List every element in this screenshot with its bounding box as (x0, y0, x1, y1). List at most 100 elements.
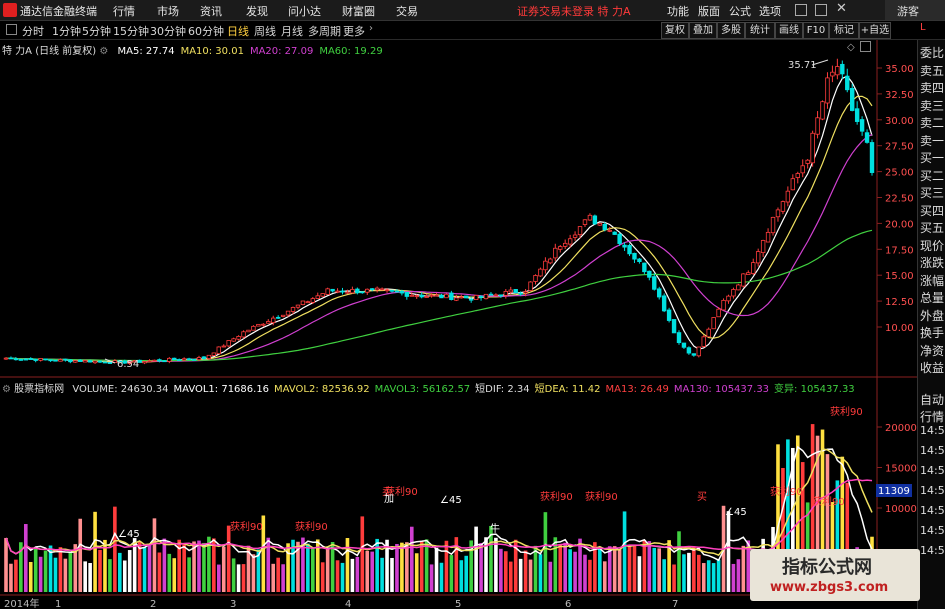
side-item[interactable]: 自动 (920, 391, 944, 408)
candle-body (275, 316, 281, 319)
volume-bar (167, 553, 172, 592)
volume-bar (622, 511, 627, 592)
settings-icon[interactable]: ⚙ (2, 384, 11, 395)
level-badge: L (920, 22, 926, 33)
volume-bar (459, 560, 464, 592)
side-item[interactable]: 买一 (920, 149, 944, 166)
tool-diejia[interactable]: 叠加 (689, 22, 717, 39)
side-item[interactable]: 卖五 (920, 62, 944, 79)
tool-tongji[interactable]: 统计 (745, 22, 775, 39)
candle-body (68, 359, 73, 363)
candle-body (553, 247, 558, 259)
side-item[interactable]: 收益 (920, 359, 944, 376)
side-item[interactable]: 买四 (920, 202, 944, 219)
period-1min[interactable]: 1分钟 (52, 23, 81, 39)
stock-name[interactable]: 特 力A (2, 46, 32, 57)
tool-huaxian[interactable]: 画线 (775, 22, 803, 39)
side-item[interactable]: 买五 (920, 219, 944, 236)
candle-body (325, 288, 330, 295)
period-5min[interactable]: 5分钟 (82, 23, 111, 39)
side-item[interactable]: 卖四 (920, 79, 944, 96)
side-item[interactable]: 净资 (920, 342, 944, 359)
watermark-title: 指标公式网 (782, 557, 872, 578)
side-item[interactable]: 委比 (920, 44, 944, 61)
menu-caifuquan[interactable]: 财富圈 (342, 3, 375, 19)
volume-bar (573, 551, 577, 592)
tool-fuquan[interactable]: 复权 (661, 22, 689, 39)
menu-wenxiaoda[interactable]: 问小达 (288, 3, 321, 19)
candle-body (152, 359, 157, 362)
side-item[interactable]: 涨跌 (920, 254, 944, 271)
volume-indicator-label: MA13: 26.49 (605, 384, 669, 395)
menu-hangqing[interactable]: 行情 (113, 3, 135, 19)
kline-chart[interactable]: 35.00 32.50 30.00 27.50 25.00 22.50 20.00 17.50… (0, 40, 917, 609)
side-item[interactable]: 买三 (920, 184, 944, 201)
candle-body (751, 262, 756, 274)
indicator-name[interactable]: 股票指标网 (14, 384, 64, 395)
candle-body (365, 288, 370, 293)
period-more[interactable]: 更多 (343, 23, 365, 39)
user-box[interactable]: 游客 (885, 0, 945, 20)
side-item[interactable]: 卖二 (920, 114, 944, 131)
volume-indicator-label: MAVOL3: 56162.57 (374, 384, 471, 395)
side-item[interactable]: 涨幅 (920, 272, 944, 289)
period-30min[interactable]: 30分钟 (150, 23, 186, 39)
volume-bar (122, 560, 127, 592)
trade-alert[interactable]: 证券交易未登录 特 力A (517, 3, 631, 19)
volume-bar (355, 556, 360, 592)
candle-body (617, 233, 622, 244)
side-item[interactable]: 行情 (920, 408, 944, 425)
side-item[interactable]: 换手 (920, 324, 944, 341)
panel-toggle-icon[interactable] (860, 41, 871, 52)
period-monthly[interactable]: 月线 (281, 23, 303, 39)
side-item[interactable]: 总量 (920, 289, 944, 306)
diamond-icon[interactable]: ◇ (847, 42, 855, 53)
volume-bar (221, 546, 226, 592)
menu-xuanxiang[interactable]: 选项 (759, 3, 781, 19)
candle-body (73, 360, 78, 363)
candle-body (869, 142, 875, 173)
side-item[interactable]: 买二 (920, 167, 944, 184)
menu-banmian[interactable]: 版面 (698, 3, 720, 19)
menu-gongshi[interactable]: 公式 (729, 3, 751, 19)
candle-body (196, 357, 202, 361)
maximize-icon[interactable] (815, 4, 827, 16)
volume-bar (726, 511, 731, 592)
volume-indicator-label: MAVOL2: 82536.92 (274, 384, 370, 395)
period-weekly[interactable]: 周线 (254, 23, 276, 39)
tool-biaoji[interactable]: 标记 (829, 22, 859, 39)
menu-faxian[interactable]: 发现 (246, 3, 268, 19)
candle-body (246, 329, 251, 333)
volume-bar (504, 551, 508, 592)
side-item[interactable]: 卖三 (920, 97, 944, 114)
candle-body (78, 359, 83, 362)
signal-label: 获利90 (230, 521, 263, 533)
minimize-icon[interactable] (795, 4, 807, 16)
tool-f10[interactable]: F10 (803, 22, 829, 39)
tool-duogu[interactable]: 多股 (717, 22, 745, 39)
period-fenshi[interactable]: 分时 (22, 23, 44, 39)
candle-body (414, 295, 419, 298)
menu-zixun[interactable]: 资讯 (200, 3, 222, 19)
tool-zixuan[interactable]: +自选 (859, 22, 891, 39)
menu-gongneng[interactable]: 功能 (667, 3, 689, 19)
candle-body (53, 359, 58, 362)
menu-jiaoyi[interactable]: 交易 (396, 3, 418, 19)
volume-bar (202, 542, 206, 592)
menu-shichang[interactable]: 市场 (157, 3, 179, 19)
close-icon[interactable]: ✕ (836, 1, 847, 16)
collapse-icon[interactable] (6, 24, 17, 35)
side-item[interactable]: 现价 (920, 237, 944, 254)
candle-body (711, 317, 716, 330)
chevron-right-icon[interactable]: › (369, 23, 373, 34)
candle-body (211, 352, 217, 356)
side-item[interactable]: 外盘 (920, 307, 944, 324)
period-multi[interactable]: 多周期 (308, 23, 341, 39)
settings-icon[interactable]: ⚙ (99, 46, 108, 57)
candle-body (820, 101, 825, 120)
volume-bar (53, 557, 58, 592)
period-daily[interactable]: 日线 (227, 23, 249, 39)
period-15min[interactable]: 15分钟 (113, 23, 149, 39)
period-60min[interactable]: 60分钟 (188, 23, 224, 39)
side-item[interactable]: 卖一 (920, 132, 944, 149)
